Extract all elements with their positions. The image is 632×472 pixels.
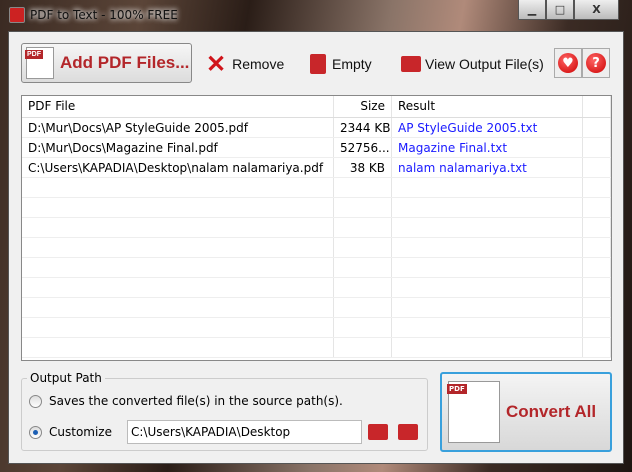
cell-pdf-file — [22, 178, 334, 197]
maximize-button[interactable]: □ — [546, 0, 574, 20]
cell-size — [334, 178, 392, 197]
convert-all-button[interactable]: Convert All — [440, 372, 612, 452]
extra-buttons: ♥ ? — [554, 48, 610, 78]
cell-filler — [583, 158, 611, 177]
remove-x-icon: ✕ — [206, 50, 227, 78]
cell-result — [392, 278, 583, 297]
cell-filler — [583, 278, 611, 297]
table-row[interactable] — [22, 198, 611, 218]
cell-pdf-file — [22, 338, 334, 357]
cell-result — [392, 218, 583, 237]
folder-open-icon — [368, 424, 388, 440]
cell-filler — [583, 258, 611, 277]
cell-pdf-file — [22, 258, 334, 277]
table-row[interactable] — [22, 178, 611, 198]
table-row[interactable] — [22, 298, 611, 318]
app-icon — [9, 7, 25, 23]
table-row[interactable]: D:\Mur\Docs\Magazine Final.pdf 52756... Ma… — [22, 138, 611, 158]
table-row[interactable] — [22, 318, 611, 338]
output-path-input[interactable]: C:\Users\KAPADIA\Desktop — [127, 420, 362, 444]
cell-result: AP StyleGuide 2005.txt — [392, 118, 583, 137]
cell-size — [334, 278, 392, 297]
cell-pdf-file — [22, 298, 334, 317]
cell-pdf-file: D:\Mur\Docs\AP StyleGuide 2005.pdf — [22, 118, 334, 137]
add-pdf-files-button[interactable]: Add PDF Files... — [21, 43, 192, 83]
cell-result — [392, 258, 583, 277]
heart-icon: ♥ — [558, 53, 578, 73]
header-filler — [583, 96, 611, 117]
cell-size — [334, 318, 392, 337]
cell-size — [334, 298, 392, 317]
radio-customize[interactable] — [29, 425, 42, 439]
table-row[interactable] — [22, 338, 611, 358]
cell-result — [392, 318, 583, 337]
pdf-to-txt-icon — [447, 381, 500, 443]
cell-result — [392, 198, 583, 217]
minimize-button[interactable]: ▁ — [518, 0, 546, 20]
cell-result — [392, 338, 583, 357]
cell-size — [334, 218, 392, 237]
cell-pdf-file — [22, 218, 334, 237]
cell-filler — [583, 238, 611, 257]
table-row[interactable]: C:\Users\KAPADIA\Desktop\nalam nalamariy… — [22, 158, 611, 178]
cell-result — [392, 238, 583, 257]
window-title: PDF to Text - 100% FREE — [30, 8, 178, 22]
favorite-button[interactable]: ♥ — [554, 48, 582, 78]
cell-filler — [583, 298, 611, 317]
cell-filler — [583, 218, 611, 237]
cell-pdf-file — [22, 278, 334, 297]
cell-size: 38 KB — [334, 158, 392, 177]
remove-button[interactable]: ✕ Remove — [206, 50, 284, 78]
cell-result — [392, 298, 583, 317]
recycle-bin-icon — [310, 54, 326, 74]
cell-pdf-file — [22, 318, 334, 337]
cell-filler — [583, 138, 611, 157]
table-row[interactable] — [22, 278, 611, 298]
empty-button[interactable]: Empty — [310, 50, 372, 78]
cell-result — [392, 178, 583, 197]
cell-filler — [583, 178, 611, 197]
list-header: PDF File Size Result — [22, 96, 611, 118]
output-path-label: Output Path — [27, 371, 105, 385]
cell-filler — [583, 118, 611, 137]
option-customize[interactable]: Customize — [29, 425, 112, 439]
option-source-path[interactable]: Saves the converted file(s) in the sourc… — [29, 394, 343, 408]
cell-result: nalam nalamariya.txt — [392, 158, 583, 177]
cell-size — [334, 238, 392, 257]
cell-size: 2344 KB — [334, 118, 392, 137]
folder-search-icon — [398, 424, 418, 440]
cell-size — [334, 338, 392, 357]
help-icon: ? — [586, 53, 606, 73]
table-row[interactable] — [22, 238, 611, 258]
close-button[interactable]: X — [574, 0, 619, 20]
cell-size: 52756... — [334, 138, 392, 157]
open-output-folder-button[interactable] — [398, 424, 418, 440]
cell-size — [334, 258, 392, 277]
cell-pdf-file — [22, 198, 334, 217]
browse-folder-button[interactable] — [368, 424, 388, 440]
table-row[interactable]: D:\Mur\Docs\AP StyleGuide 2005.pdf 2344 K… — [22, 118, 611, 138]
cell-pdf-file — [22, 238, 334, 257]
header-result[interactable]: Result — [392, 96, 583, 117]
header-size[interactable]: Size — [334, 96, 392, 117]
table-row[interactable] — [22, 258, 611, 278]
header-pdf-file[interactable]: PDF File — [22, 96, 334, 117]
table-row[interactable] — [22, 218, 611, 238]
cell-size — [334, 198, 392, 217]
view-output-files-button[interactable]: View Output File(s) — [401, 50, 544, 78]
cell-pdf-file: C:\Users\KAPADIA\Desktop\nalam nalamariy… — [22, 158, 334, 177]
help-button[interactable]: ? — [582, 48, 610, 78]
folder-search-icon — [401, 56, 421, 72]
add-pdf-icon — [25, 47, 54, 79]
cell-filler — [583, 198, 611, 217]
radio-source-path[interactable] — [29, 394, 42, 408]
cell-pdf-file: D:\Mur\Docs\Magazine Final.pdf — [22, 138, 334, 157]
file-list[interactable]: PDF File Size Result D:\Mur\Docs\AP Styl… — [21, 95, 612, 361]
cell-filler — [583, 338, 611, 357]
cell-filler — [583, 318, 611, 337]
cell-result: Magazine Final.txt — [392, 138, 583, 157]
